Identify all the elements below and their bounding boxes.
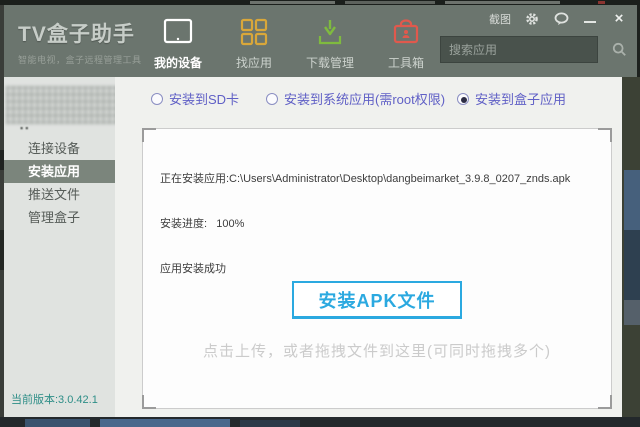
blurred-watermark-marks: ▪▪ [20, 123, 31, 133]
background-window-fragment [445, 1, 560, 4]
nav-download-manager[interactable]: 下载管理 [292, 14, 368, 71]
nav-label: 我的设备 [153, 56, 202, 70]
toolbox-icon [392, 14, 420, 50]
install-apk-button[interactable]: 安装APK文件 [292, 281, 462, 319]
app-logo: TV盒子助手 智能电视，盒子远程管理工具 [18, 18, 142, 66]
log-line-success: 应用安装成功 [160, 263, 226, 275]
blurred-watermark [6, 86, 124, 124]
nav-find-apps[interactable]: 找应用 [216, 14, 292, 71]
tablet-device-icon [162, 14, 194, 50]
sidebar: ▪▪ 连接设备 安装应用 推送文件 管理盒子 当前版本:3.0.42.1 [4, 77, 124, 417]
download-tray-icon [316, 14, 344, 50]
main-nav: 我的设备 找应用 下载管理 工具箱 [140, 14, 444, 71]
screenshot-button[interactable]: 截图 [489, 11, 511, 27]
window-controls: 截图 × [489, 10, 627, 28]
feedback-bubble-icon[interactable] [553, 11, 569, 27]
background-window-fragment [250, 1, 335, 4]
install-target-options: 安装到SD卡 安装到系统应用(需root权限) 安装到盒子应用 [115, 89, 622, 109]
radio-install-to-sdcard[interactable]: 安装到SD卡 [151, 89, 239, 108]
nav-label: 下载管理 [305, 56, 354, 70]
version-label: 当前版本:3.0.42.1 [11, 394, 98, 406]
dropzone-corner [142, 395, 156, 409]
nav-toolbox[interactable]: 工具箱 [368, 14, 444, 71]
gear-icon[interactable] [524, 11, 540, 27]
sidebar-item-manage-box[interactable]: 管理盒子 [4, 206, 115, 229]
sidebar-item-push-file[interactable]: 推送文件 [4, 183, 115, 206]
app-screen: TV盒子助手 智能电视，盒子远程管理工具 我的设备 找应用 下载管理 工具箱 截… [0, 0, 640, 427]
app-grid-icon [240, 14, 268, 50]
minimize-icon[interactable] [582, 11, 598, 27]
search-input[interactable] [441, 42, 612, 57]
radio-circle-icon-checked [457, 92, 469, 105]
search-box [440, 36, 626, 63]
radio-circle-icon [266, 92, 278, 105]
radio-install-to-system[interactable]: 安装到系统应用(需root权限) [266, 89, 445, 108]
main-panel: 安装到SD卡 安装到系统应用(需root权限) 安装到盒子应用 正在安装应用:C… [115, 77, 622, 417]
background-window-fragment [345, 1, 435, 4]
search-icon[interactable] [612, 42, 627, 57]
dropzone-corner [142, 128, 156, 142]
desktop-edge-bottom [0, 417, 640, 427]
dropzone-corner [598, 128, 612, 142]
close-icon[interactable]: × [611, 11, 627, 27]
sidebar-menu: 连接设备 安装应用 推送文件 管理盒子 [4, 137, 115, 229]
sidebar-item-install-app[interactable]: 安装应用 [4, 160, 115, 183]
app-header: TV盒子助手 智能电视，盒子远程管理工具 我的设备 找应用 下载管理 工具箱 截… [4, 5, 637, 77]
dropzone-corner [598, 395, 612, 409]
background-window-fragment [598, 1, 605, 4]
log-line-installing: 正在安装应用:C:\Users\Administrator\Desktop\da… [160, 173, 571, 185]
desktop-edge-right [622, 77, 640, 427]
dropzone-hint: 点击上传，或者拖拽文件到这里(可同时拖拽多个) [203, 343, 551, 360]
radio-install-to-box[interactable]: 安装到盒子应用 [457, 89, 566, 108]
sidebar-item-connect-device[interactable]: 连接设备 [4, 137, 115, 160]
apk-dropzone[interactable]: 正在安装应用:C:\Users\Administrator\Desktop\da… [142, 128, 612, 409]
app-subtitle: 智能电视，盒子远程管理工具 [18, 55, 142, 65]
radio-circle-icon [151, 92, 163, 105]
log-line-progress: 安装进度: 100% [160, 218, 245, 230]
app-title: TV盒子助手 [18, 23, 135, 46]
nav-my-devices[interactable]: 我的设备 [140, 14, 216, 71]
nav-label: 找应用 [235, 56, 272, 70]
nav-label: 工具箱 [387, 56, 424, 70]
